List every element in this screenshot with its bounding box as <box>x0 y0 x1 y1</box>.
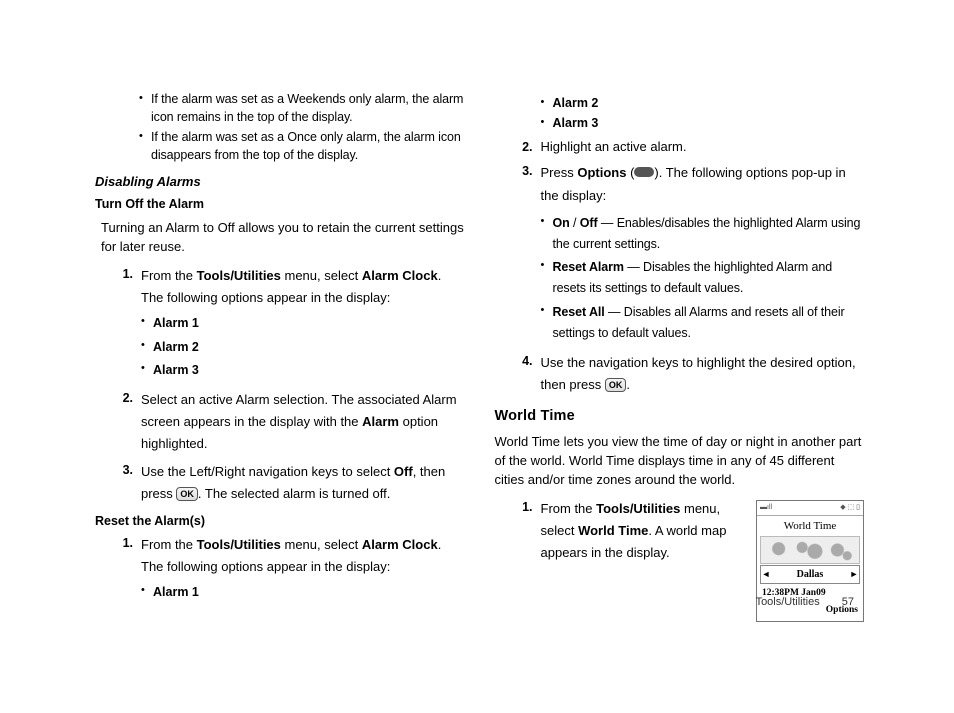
reset-step-1: 1. From the Tools/Utilities menu, select… <box>115 534 465 605</box>
bullet-text: If the alarm was set as a Once only alar… <box>151 128 465 164</box>
phone-title: World Time <box>757 516 863 536</box>
text: From the <box>141 268 197 283</box>
section-reset-alarms: Reset the Alarm(s) <box>95 512 465 530</box>
text: From the <box>541 501 597 516</box>
right-column: •Alarm 2 •Alarm 3 2. Highlight an active… <box>495 90 865 632</box>
phone-status-bar: ▬ıll ◆ ⬚ ▯ <box>757 501 863 516</box>
step-text: From the Tools/Utilities menu, select Al… <box>141 534 465 605</box>
city-selector: ◄ Dallas ► <box>760 565 860 584</box>
step-text: Use the Left/Right navigation keys to se… <box>141 461 465 505</box>
arrow-right-icon: ► <box>849 567 859 582</box>
bold-text: Alarm Clock <box>362 537 438 552</box>
text: . The selected alarm is turned off. <box>198 486 390 501</box>
text: menu, select <box>281 537 362 552</box>
section-disabling-alarms: Disabling Alarms <box>95 173 465 192</box>
option-reset-all: Reset All — Disables all Alarms and rese… <box>553 302 865 345</box>
text: . <box>626 377 630 392</box>
text: ( <box>626 165 634 180</box>
softkey-icon <box>634 167 654 177</box>
step-number: 2. <box>115 389 141 455</box>
section-turn-off-alarm: Turn Off the Alarm <box>95 195 465 213</box>
alarm-option: Alarm 3 <box>553 114 865 132</box>
option-on-off: On / Off — Enables/disables the highligh… <box>553 213 865 256</box>
city-name: Dallas <box>771 566 849 583</box>
step-3: 3. Use the Left/Right navigation keys to… <box>115 461 465 505</box>
alarm-option: Alarm 1 <box>153 313 465 334</box>
page-number: 57 <box>842 596 854 608</box>
bold-text: Tools/Utilities <box>596 501 680 516</box>
text: Use the Left/Right navigation keys to se… <box>141 464 394 479</box>
alarm-option: Alarm 1 <box>153 582 465 603</box>
step-number: 1. <box>115 265 141 383</box>
step-2: 2. Select an active Alarm selection. The… <box>115 389 465 455</box>
step-2: 2. Highlight an active alarm. <box>515 138 865 156</box>
step-text: Use the navigation keys to highlight the… <box>541 352 865 396</box>
two-column-layout: • If the alarm was set as a Weekends onl… <box>95 90 864 632</box>
bullet-dot: • <box>139 90 151 126</box>
text: Press <box>541 165 578 180</box>
option-reset-alarm: Reset Alarm — Disables the highlighted A… <box>553 257 865 300</box>
bullet-dot: • <box>139 128 151 164</box>
bold-text: World Time <box>578 523 648 538</box>
alarm-option: Alarm 3 <box>153 360 465 381</box>
step-number: 1. <box>515 498 541 626</box>
text: menu, select <box>281 268 362 283</box>
paragraph: Turning an Alarm to Off allows you to re… <box>95 219 465 257</box>
step-number: 4. <box>515 352 541 396</box>
step-number: 2. <box>515 138 541 156</box>
heading-world-time: World Time <box>495 406 865 427</box>
step-1: 1. From the Tools/Utilities menu, select… <box>115 265 465 383</box>
alarm-option: Alarm 2 <box>153 337 465 358</box>
manual-page: • If the alarm was set as a Weekends onl… <box>0 0 954 713</box>
bold-text: Alarm Clock <box>362 268 438 283</box>
left-column: • If the alarm was set as a Weekends onl… <box>95 90 465 632</box>
bold-text: Options <box>577 165 626 180</box>
bold-text: Tools/Utilities <box>197 537 281 552</box>
bullet-item: • If the alarm was set as a Weekends onl… <box>139 90 465 126</box>
text: From the <box>141 537 197 552</box>
step-text: Press Options (). The following options … <box>541 162 865 346</box>
arrow-left-icon: ◄ <box>761 567 771 582</box>
paragraph: World Time lets you view the time of day… <box>495 433 865 490</box>
bold-text: Alarm <box>362 414 399 429</box>
world-map-icon <box>760 536 860 564</box>
bold-text: Tools/Utilities <box>197 268 281 283</box>
bullet-text: If the alarm was set as a Weekends only … <box>151 90 465 126</box>
step-number: 3. <box>115 461 141 505</box>
footer-section: Tools/Utilities <box>756 596 820 608</box>
status-icons: ◆ ⬚ ▯ <box>840 502 860 514</box>
text: Use the navigation keys to highlight the… <box>541 355 856 392</box>
ok-key-icon: OK <box>605 378 627 392</box>
page-footer: Tools/Utilities 57 <box>756 595 854 611</box>
step-number: 3. <box>515 162 541 346</box>
bullet-item: • If the alarm was set as a Once only al… <box>139 128 465 164</box>
step-text: Highlight an active alarm. <box>541 138 865 156</box>
step-number: 1. <box>115 534 141 605</box>
step-3: 3. Press Options (). The following optio… <box>515 162 865 346</box>
step-text: From the Tools/Utilities menu, select Al… <box>141 265 465 383</box>
signal-icon: ▬ıll <box>760 502 772 514</box>
ok-key-icon: OK <box>176 487 198 501</box>
step-text: Select an active Alarm selection. The as… <box>141 389 465 455</box>
step-4: 4. Use the navigation keys to highlight … <box>515 352 865 396</box>
bold-text: Off <box>394 464 413 479</box>
alarm-option: Alarm 2 <box>553 94 865 112</box>
